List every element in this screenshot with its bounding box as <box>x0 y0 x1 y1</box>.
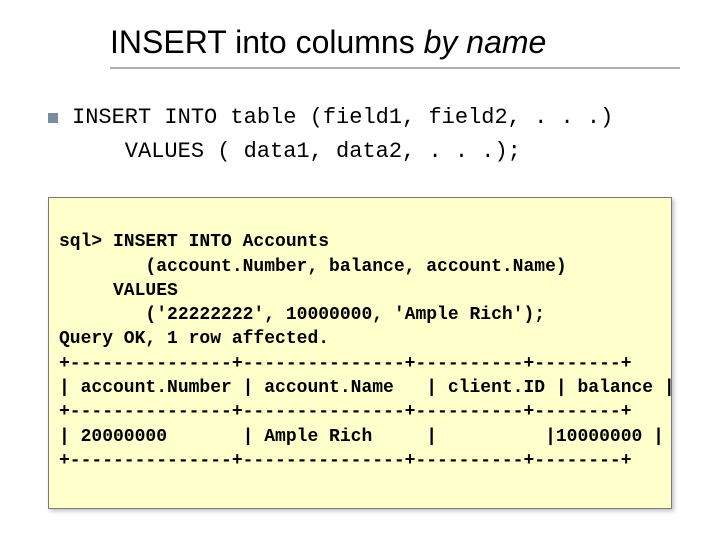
slide: INSERT into columns by name INSERT INTO … <box>0 0 720 540</box>
syntax-block: INSERT INTO table (field1, field2, . . .… <box>50 101 680 169</box>
title-block: INSERT into columns by name <box>110 24 680 69</box>
sql-line: | account.Number | account.Name | client… <box>59 378 672 398</box>
title-italic-text: by name <box>424 24 547 60</box>
sql-line: ('22222222', 10000000, 'Ample Rich'); <box>59 305 545 325</box>
sql-line: +---------------+---------------+-------… <box>59 402 632 422</box>
bullet-icon <box>48 113 58 123</box>
sql-line: VALUES <box>59 281 178 301</box>
syntax-line-2: VALUES ( data1, data2, . . .); <box>50 135 680 169</box>
sql-line: +---------------+---------------+-------… <box>59 451 632 471</box>
slide-title: INSERT into columns by name <box>110 24 680 61</box>
title-plain-text: INSERT into columns <box>110 24 424 60</box>
sql-line: Query OK, 1 row affected. <box>59 329 329 349</box>
sql-line: (account.Number, balance, account.Name) <box>59 257 567 277</box>
sql-line: sql> INSERT INTO Accounts <box>59 232 329 252</box>
title-underline <box>110 67 680 69</box>
sql-line: | 20000000 | Ample Rich | |10000000 | <box>59 427 664 447</box>
sql-example-box: sql> INSERT INTO Accounts (account.Numbe… <box>48 197 672 509</box>
syntax-line-1: INSERT INTO table (field1, field2, . . .… <box>50 101 680 135</box>
sql-line: +---------------+---------------+-------… <box>59 354 632 374</box>
